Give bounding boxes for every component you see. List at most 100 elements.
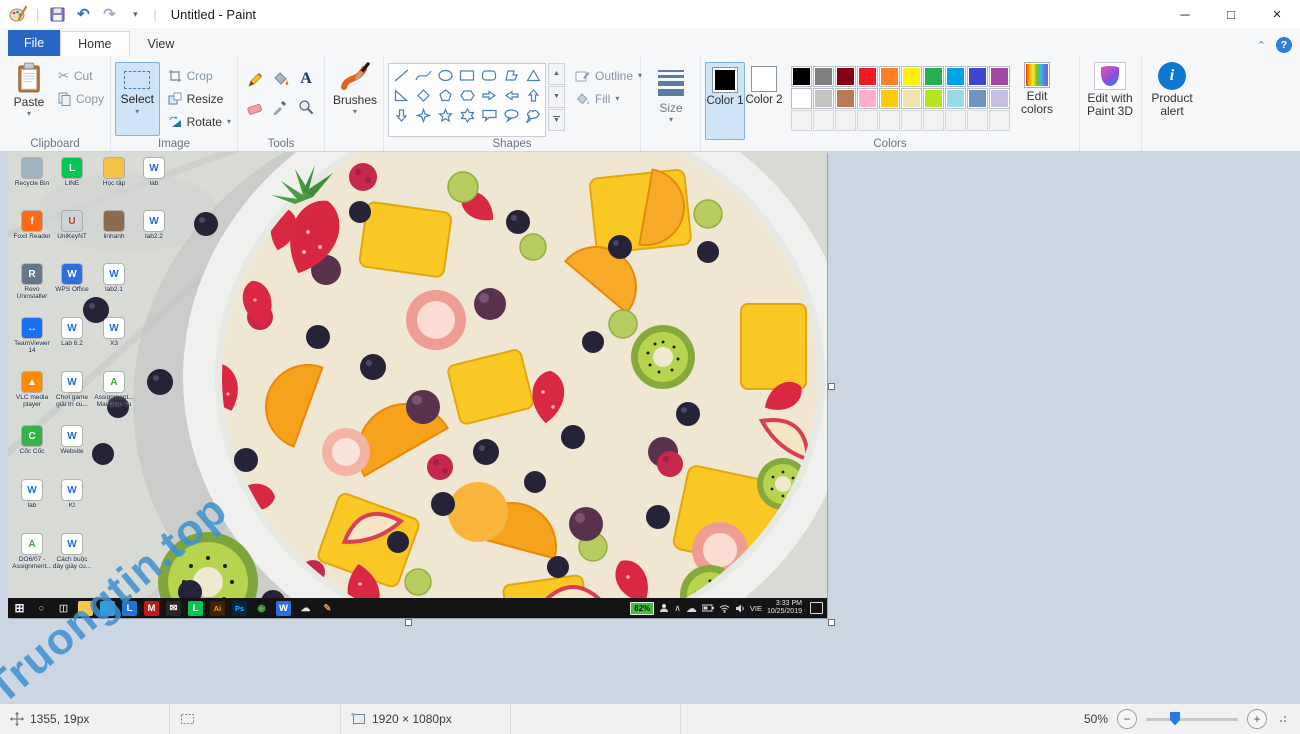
canvas-resize-handle-bottom[interactable] (405, 619, 412, 626)
help-button[interactable]: ? (1276, 37, 1292, 53)
undo-button[interactable]: ↶ (73, 4, 93, 24)
shapes-scroll-down-button[interactable]: ▼ (548, 86, 565, 108)
shape-hexagon[interactable] (456, 85, 478, 105)
zoom-out-button[interactable]: − (1117, 709, 1137, 729)
shape-five-point-star[interactable] (434, 105, 456, 125)
zoom-slider-handle[interactable] (1170, 712, 1180, 726)
color1-button[interactable]: Color 1 (705, 62, 745, 140)
group-brushes: Brushes ▾ (325, 56, 384, 151)
size-button[interactable]: Size ▾ (645, 60, 697, 137)
palette-swatch[interactable] (879, 66, 900, 87)
select-button[interactable]: Select ▾ (115, 62, 160, 136)
palette-swatch-empty[interactable] (813, 110, 834, 131)
pencil-tool[interactable] (242, 66, 266, 92)
color-picker-tool[interactable] (268, 94, 292, 120)
resize-button[interactable]: Resize (164, 89, 235, 108)
palette-swatch[interactable] (967, 66, 988, 87)
shape-down-arrow[interactable] (390, 105, 412, 125)
shape-right-triangle[interactable] (390, 85, 412, 105)
brushes-button[interactable]: Brushes ▾ (329, 60, 381, 137)
palette-swatch[interactable] (791, 66, 812, 87)
fill-button[interactable]: Fill ▾ (571, 89, 646, 108)
shape-six-point-star[interactable] (456, 105, 478, 125)
copy-button[interactable]: Copy (54, 89, 108, 108)
fill-with-color-tool[interactable] (268, 66, 292, 92)
palette-swatch[interactable] (989, 88, 1010, 109)
edit-with-paint3d-button[interactable]: Edit with Paint 3D (1084, 60, 1136, 137)
redo-button[interactable]: ↷ (99, 4, 119, 24)
minimize-button[interactable]: ─ (1162, 0, 1208, 28)
save-button[interactable] (47, 4, 67, 24)
palette-swatch[interactable] (945, 66, 966, 87)
palette-swatch-empty[interactable] (791, 110, 812, 131)
palette-swatch[interactable] (791, 88, 812, 109)
shape-line[interactable] (390, 65, 412, 85)
palette-swatch-empty[interactable] (967, 110, 988, 131)
palette-swatch[interactable] (813, 66, 834, 87)
palette-swatch-empty[interactable] (901, 110, 922, 131)
crop-button[interactable]: Crop (164, 66, 235, 85)
palette-swatch[interactable] (857, 66, 878, 87)
palette-swatch-empty[interactable] (989, 110, 1010, 131)
cut-button[interactable]: ✂ Cut (54, 66, 108, 85)
shape-up-arrow[interactable] (522, 85, 544, 105)
shape-cloud-callout[interactable] (522, 105, 544, 125)
magnifier-tool[interactable] (294, 94, 318, 120)
collapse-ribbon-button[interactable]: ⌃ (1257, 39, 1266, 52)
palette-swatch[interactable] (901, 66, 922, 87)
shape-diamond[interactable] (412, 85, 434, 105)
shapes-scroll-up-button[interactable]: ▲ (548, 63, 565, 85)
canvas-resize-handle-right[interactable] (828, 383, 835, 390)
shape-oval[interactable] (434, 65, 456, 85)
tab-file[interactable]: File (8, 30, 60, 56)
customize-quick-access-button[interactable]: ▾ (125, 4, 145, 24)
shape-four-point-star[interactable] (412, 105, 434, 125)
palette-swatch[interactable] (989, 66, 1010, 87)
paste-button[interactable]: Paste ▾ (4, 60, 54, 137)
paint-canvas[interactable]: Recycle Bin L LINE Học tập W lab f Foxit… (8, 152, 827, 618)
outline-button[interactable]: Outline ▾ (571, 66, 646, 85)
eraser-tool[interactable] (242, 94, 266, 120)
shape-polygon[interactable] (500, 65, 522, 85)
palette-swatch[interactable] (923, 88, 944, 109)
shapes-more-button[interactable]: ▼ (548, 109, 565, 131)
group-colors: Color 1 Color 2 (701, 56, 1080, 151)
color2-button[interactable]: Color 2 (745, 62, 783, 138)
shape-pentagon[interactable] (434, 85, 456, 105)
edit-colors-button[interactable]: Edit colors (1014, 60, 1060, 137)
palette-swatch-empty[interactable] (835, 110, 856, 131)
maximize-button[interactable]: □ (1208, 0, 1254, 28)
shape-curve[interactable] (412, 65, 434, 85)
shape-rectangle[interactable] (456, 65, 478, 85)
resize-grip[interactable] (1280, 716, 1286, 722)
palette-swatch-empty[interactable] (945, 110, 966, 131)
zoom-in-button[interactable]: + (1247, 709, 1267, 729)
shape-triangle[interactable] (522, 65, 544, 85)
zoom-slider[interactable] (1146, 718, 1238, 721)
shape-rounded-callout[interactable] (478, 105, 500, 125)
shape-oval-callout[interactable] (500, 105, 522, 125)
palette-swatch[interactable] (857, 88, 878, 109)
palette-swatch[interactable] (835, 66, 856, 87)
palette-swatch[interactable] (967, 88, 988, 109)
palette-swatch[interactable] (923, 66, 944, 87)
shape-rounded-rectangle[interactable] (478, 65, 500, 85)
rotate-button[interactable]: Rotate ▾ (164, 112, 235, 131)
canvas-resize-handle-corner[interactable] (828, 619, 835, 626)
text-tool[interactable]: A (294, 66, 318, 92)
shape-right-arrow[interactable] (478, 85, 500, 105)
palette-swatch[interactable] (945, 88, 966, 109)
shape-left-arrow[interactable] (500, 85, 522, 105)
palette-swatch[interactable] (835, 88, 856, 109)
palette-swatch[interactable] (813, 88, 834, 109)
palette-swatch[interactable] (901, 88, 922, 109)
paint-app-icon[interactable] (8, 4, 28, 24)
product-alert-button[interactable]: i Product alert (1146, 60, 1198, 137)
tab-home[interactable]: Home (60, 31, 129, 56)
tab-view[interactable]: View (130, 32, 193, 56)
palette-swatch-empty[interactable] (879, 110, 900, 131)
close-button[interactable]: × (1254, 0, 1300, 28)
palette-swatch[interactable] (879, 88, 900, 109)
palette-swatch-empty[interactable] (857, 110, 878, 131)
palette-swatch-empty[interactable] (923, 110, 944, 131)
